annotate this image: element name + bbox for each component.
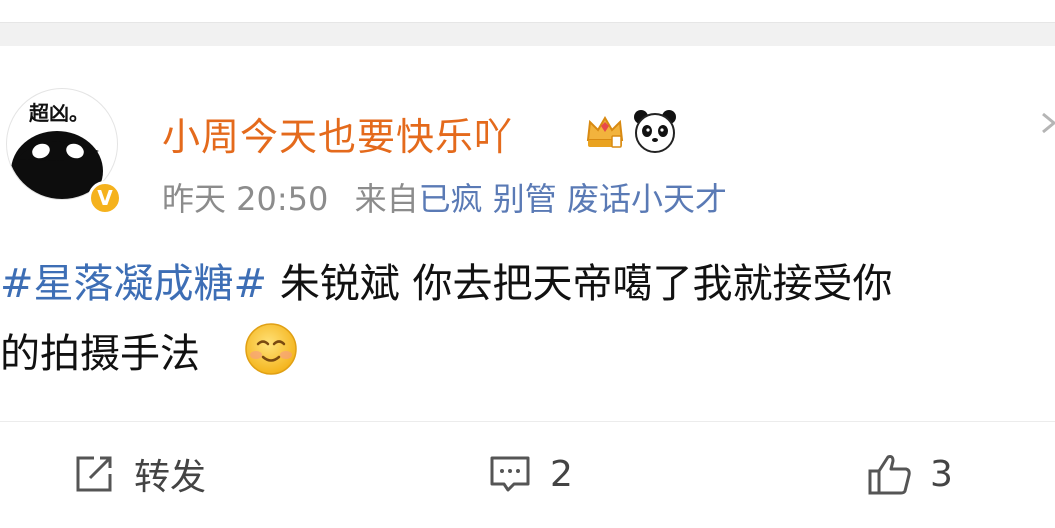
topic-link[interactable]: #星落凝成糖# [0, 261, 267, 307]
post-time: 昨天 20:50 [162, 180, 329, 218]
feed-separator [0, 22, 1055, 46]
post-text-line2: 的拍摄手法 [0, 318, 200, 390]
username[interactable]: 小周今天也要快乐吖 [162, 106, 513, 161]
more-icon[interactable] [1040, 108, 1055, 138]
avatar-text: 超凶。 [29, 101, 89, 125]
comment-count: 2 [550, 453, 573, 495]
comment-button[interactable]: 2 [488, 446, 573, 502]
like-count: 3 [930, 453, 953, 495]
post-source[interactable]: 已疯 别管 废话小天才 [419, 180, 727, 218]
repost-button[interactable]: 转发 [72, 446, 206, 502]
post-text: 朱锐斌 你去把天帝噶了我就接受你 [267, 261, 893, 307]
post-meta: 昨天 20:50 来自已疯 别管 废话小天才 [162, 174, 727, 220]
repost-icon [76, 456, 112, 492]
top-bar [0, 0, 1055, 22]
divider [0, 421, 1055, 422]
smile-icon [245, 323, 297, 375]
from-label: 来自 [354, 180, 419, 218]
panda-icon [634, 110, 676, 153]
like-button[interactable]: 3 [866, 446, 953, 502]
post-text-2: 的拍摄手法 [0, 331, 200, 377]
repost-label: 转发 [134, 457, 207, 498]
crown-icon [586, 116, 624, 148]
comment-icon [490, 456, 530, 492]
thumbs-up-icon [868, 455, 911, 495]
post-text-line1: #星落凝成糖# 朱锐斌 你去把天帝噶了我就接受你 [0, 248, 892, 320]
verified-badge-icon: V [88, 181, 122, 215]
